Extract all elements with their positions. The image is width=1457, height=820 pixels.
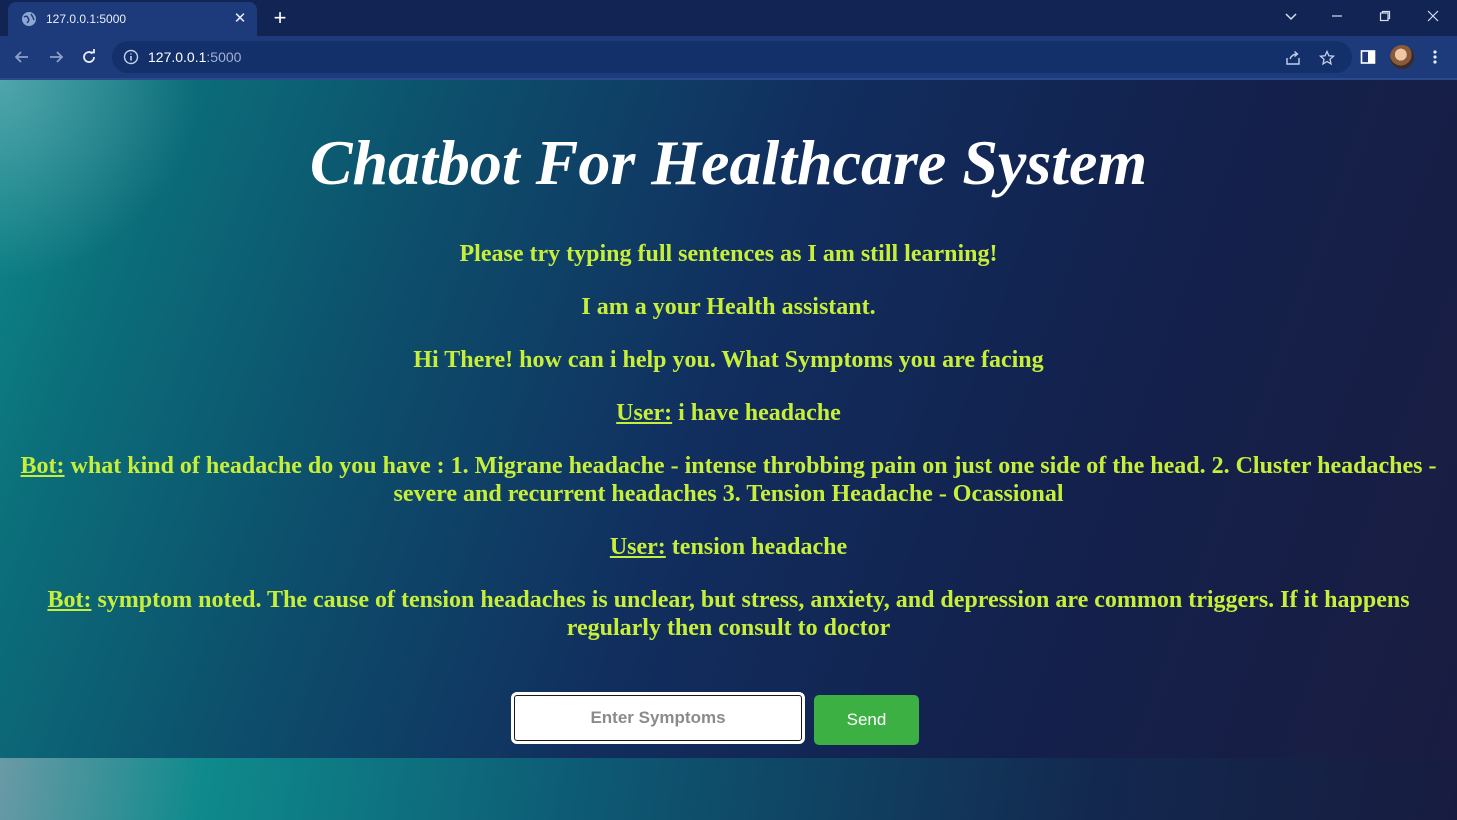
bot-message: I am a your Health assistant. [20, 293, 1437, 321]
globe-icon [22, 12, 36, 26]
message-text: tension headache [665, 534, 848, 560]
speaker-label: Bot: [47, 587, 92, 613]
symptoms-input[interactable] [511, 692, 805, 744]
speaker-label: User: [616, 400, 673, 426]
message-text: what kind of headache do you have : 1. M… [64, 453, 1437, 507]
bot-message: Bot: what kind of headache do you have :… [20, 452, 1437, 508]
tab-title: 127.0.0.1:5000 [46, 12, 127, 26]
profile-avatar[interactable] [1390, 45, 1414, 69]
speaker-label: User: [609, 534, 666, 560]
share-icon[interactable] [1284, 49, 1302, 67]
site-info-icon[interactable] [123, 49, 139, 65]
address-bar[interactable]: 127.0.0.1:5000 [112, 41, 1352, 73]
bot-message: Hi There! how can i help you. What Sympt… [20, 346, 1437, 374]
chat-log: Please try typing full sentences as I am… [20, 240, 1437, 667]
page-title: Chatbot For Healthcare System [309, 127, 1148, 198]
browser-tab-bar: 127.0.0.1:5000 ✕ + [0, 0, 1457, 36]
message-text: Hi There! how can i help you. What Sympt… [413, 347, 1044, 373]
message-text: symptom noted. The cause of tension head… [91, 587, 1410, 641]
back-icon[interactable] [10, 45, 34, 69]
close-window-icon[interactable] [1419, 4, 1447, 28]
bot-message: Please try typing full sentences as I am… [20, 240, 1437, 268]
send-button[interactable]: Send [814, 695, 919, 745]
browser-tab[interactable]: 127.0.0.1:5000 ✕ [8, 2, 257, 36]
browser-toolbar: 127.0.0.1:5000 [0, 36, 1457, 78]
bot-message: Bot: symptom noted. The cause of tension… [20, 586, 1437, 642]
message-text: Please try typing full sentences as I am… [459, 241, 998, 267]
url-host: 127.0.0.1 [148, 49, 207, 65]
user-message: User: i have headache [20, 399, 1437, 427]
user-message: User: tension headache [20, 533, 1437, 561]
address-url: 127.0.0.1:5000 [148, 49, 241, 65]
speaker-label: Bot: [20, 453, 65, 479]
bookmark-star-icon[interactable] [1318, 49, 1336, 67]
forward-icon[interactable] [44, 45, 68, 69]
side-panel-icon[interactable] [1357, 46, 1379, 68]
more-menu-icon[interactable] [1424, 46, 1446, 68]
new-tab-icon[interactable]: + [268, 6, 292, 30]
page-bottom-band [0, 758, 1457, 820]
url-port: :5000 [206, 49, 242, 65]
restore-icon[interactable] [1371, 4, 1399, 28]
page-content: Chatbot For Healthcare System Please try… [0, 80, 1457, 820]
message-text: I am a your Health assistant. [581, 294, 876, 320]
tab-search-icon[interactable] [1277, 4, 1305, 28]
reload-icon[interactable] [77, 45, 101, 69]
message-text: i have headache [672, 400, 841, 426]
tab-close-icon[interactable]: ✕ [232, 11, 248, 27]
minimize-icon[interactable] [1323, 4, 1351, 28]
